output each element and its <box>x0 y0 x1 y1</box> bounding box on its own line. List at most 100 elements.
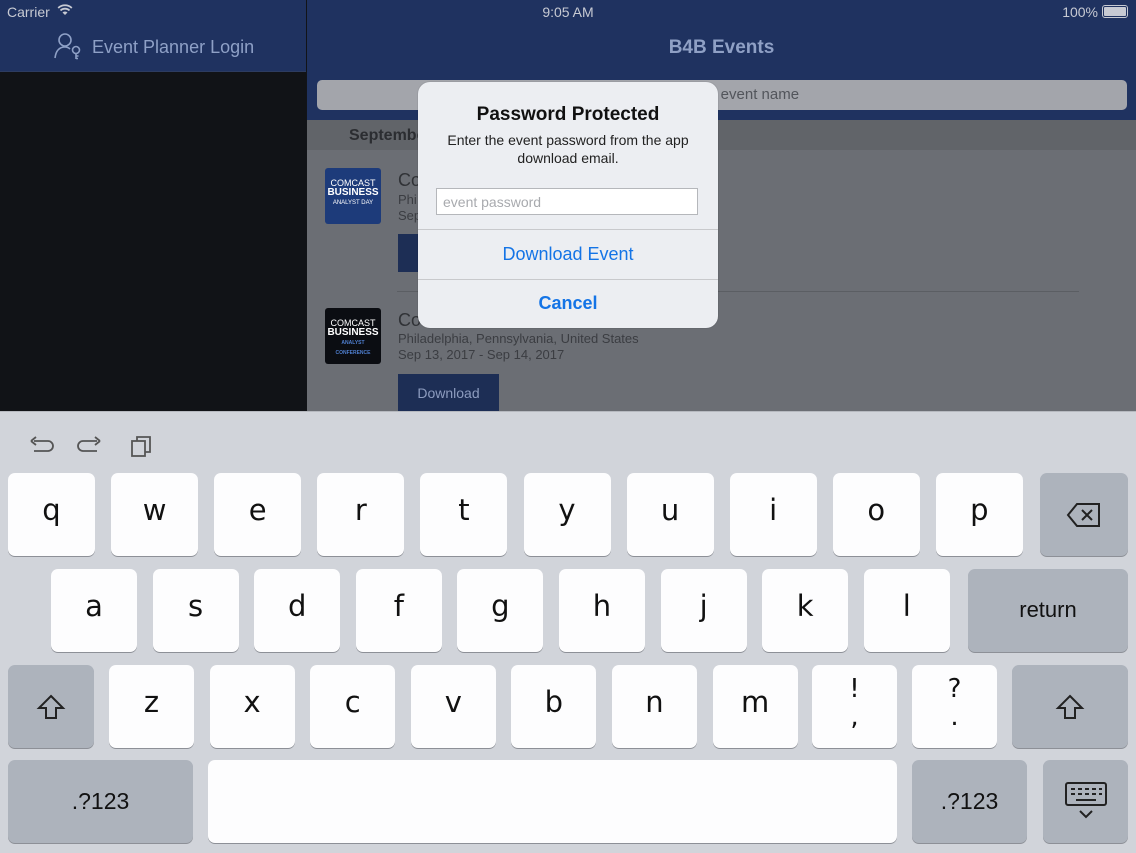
status-bar: Carrier 9:05 AM 100% <box>0 0 1136 22</box>
shift-icon <box>1055 694 1085 719</box>
key-n[interactable]: n <box>612 665 697 748</box>
key-label: o <box>867 493 886 527</box>
key-question-period[interactable]: ? . <box>912 665 997 748</box>
key-a[interactable]: a <box>51 569 137 652</box>
key-label: s <box>188 589 204 623</box>
event-date: Sep 13, 2017 - Sep 14, 2017 <box>398 347 565 362</box>
key-o[interactable]: o <box>832 473 920 556</box>
key-label: j <box>699 589 708 623</box>
key-z[interactable]: z <box>109 665 194 748</box>
key-label: y <box>558 493 576 527</box>
alert-message: Enter the event password from the app do… <box>447 132 689 166</box>
redo-icon[interactable] <box>77 432 105 460</box>
key-label: l <box>902 589 911 623</box>
key-label: ? <box>947 674 962 704</box>
logo-text: BUSINESS <box>327 187 379 198</box>
event-location: Phi <box>398 192 417 207</box>
password-alert: Password Protected Enter the event passw… <box>418 82 718 328</box>
key-e[interactable]: e <box>214 473 302 556</box>
keyboard-dismiss-icon <box>1064 782 1107 819</box>
logo-text: ANALYST DAY <box>332 200 374 206</box>
key-v[interactable]: v <box>410 665 496 748</box>
alert-title: Password Protected <box>476 104 660 125</box>
key-label: r <box>354 493 367 527</box>
key-label: m <box>740 685 770 719</box>
key-label: , <box>850 702 859 732</box>
dismiss-keyboard-key[interactable] <box>1043 760 1128 843</box>
key-k[interactable]: k <box>762 569 849 652</box>
key-label: t <box>458 493 470 527</box>
download-event-button[interactable]: Download Event <box>418 230 718 279</box>
key-f[interactable]: f <box>355 569 442 652</box>
page-title: B4B Events <box>668 37 775 58</box>
key-s[interactable]: s <box>152 569 239 652</box>
space-bar[interactable] <box>208 760 897 843</box>
event-location: Philadelphia, Pennsylvania, United State… <box>398 331 639 346</box>
key-g[interactable]: g <box>457 569 544 652</box>
event-password-input[interactable] <box>436 188 698 215</box>
key-j[interactable]: j <box>660 569 747 652</box>
return-key-label: return <box>1019 597 1077 622</box>
key-label: c <box>344 685 361 719</box>
key-label: g <box>491 589 510 623</box>
backspace-key[interactable] <box>1040 473 1128 556</box>
key-label: i <box>769 493 778 527</box>
key-label: x <box>243 685 261 719</box>
key-label: b <box>544 685 564 719</box>
keyboard: qwertyuiop asdfghjkl zxcvbnm return ! , … <box>0 411 1136 853</box>
key-r[interactable]: r <box>317 473 405 556</box>
shift-key-right[interactable] <box>1012 665 1128 748</box>
key-h[interactable]: h <box>559 569 645 652</box>
key-d[interactable]: d <box>254 569 341 652</box>
key-exclaim-comma[interactable]: ! , <box>812 665 897 748</box>
event-logo: COMCAST BUSINESS ANALYST CONFERENCE <box>325 308 381 364</box>
paste-icon[interactable] <box>128 432 156 460</box>
battery-percent: 100% <box>1062 4 1098 20</box>
backspace-icon <box>1066 503 1100 527</box>
key-w[interactable]: w <box>111 473 199 556</box>
sidebar: Event Planner Login <box>0 0 306 412</box>
key-q[interactable]: q <box>8 473 95 556</box>
key-label: z <box>143 685 160 719</box>
key-label: a <box>85 589 103 623</box>
key-label: ! <box>849 674 860 704</box>
key-label: d <box>287 589 307 623</box>
key-t[interactable]: t <box>420 473 508 556</box>
battery-icon <box>1102 5 1128 18</box>
key-label: v <box>444 685 462 719</box>
key-y[interactable]: y <box>523 473 611 556</box>
key-p[interactable]: p <box>935 473 1023 556</box>
key-i[interactable]: i <box>729 473 817 556</box>
key-u[interactable]: u <box>626 473 714 556</box>
key-label: q <box>42 493 61 527</box>
key-c[interactable]: c <box>310 665 396 748</box>
key-label: e <box>248 493 267 527</box>
logo-text: ANALYST CONFERENCE <box>335 340 371 356</box>
clock: 9:05 AM <box>542 4 594 20</box>
event-logo: COMCAST BUSINESS ANALYST DAY <box>325 168 381 224</box>
key-l[interactable]: l <box>863 569 950 652</box>
key-label: w <box>142 493 167 527</box>
key-label: n <box>645 685 664 719</box>
download-button[interactable]: Download <box>398 374 499 412</box>
numbers-key-right[interactable]: .?123 <box>912 760 1027 843</box>
return-key[interactable]: return <box>968 569 1128 652</box>
key-label: h <box>592 589 612 623</box>
cancel-button[interactable]: Cancel <box>418 280 718 328</box>
undo-icon[interactable] <box>26 432 54 460</box>
key-label: f <box>393 589 404 623</box>
key-b[interactable]: b <box>511 665 597 748</box>
logo-text: COMCAST <box>330 318 376 328</box>
key-label: k <box>796 589 814 623</box>
key-label: u <box>660 493 680 527</box>
key-label: . <box>950 702 959 732</box>
key-label: .?123 <box>71 788 130 814</box>
key-m[interactable]: m <box>712 665 798 748</box>
numbers-key-left[interactable]: .?123 <box>8 760 193 843</box>
key-label: p <box>970 493 989 527</box>
shift-key-left[interactable] <box>8 665 94 748</box>
logo-text: COMCAST <box>330 178 376 188</box>
key-x[interactable]: x <box>209 665 295 748</box>
shift-icon <box>36 694 66 719</box>
logo-text: BUSINESS <box>327 327 379 338</box>
